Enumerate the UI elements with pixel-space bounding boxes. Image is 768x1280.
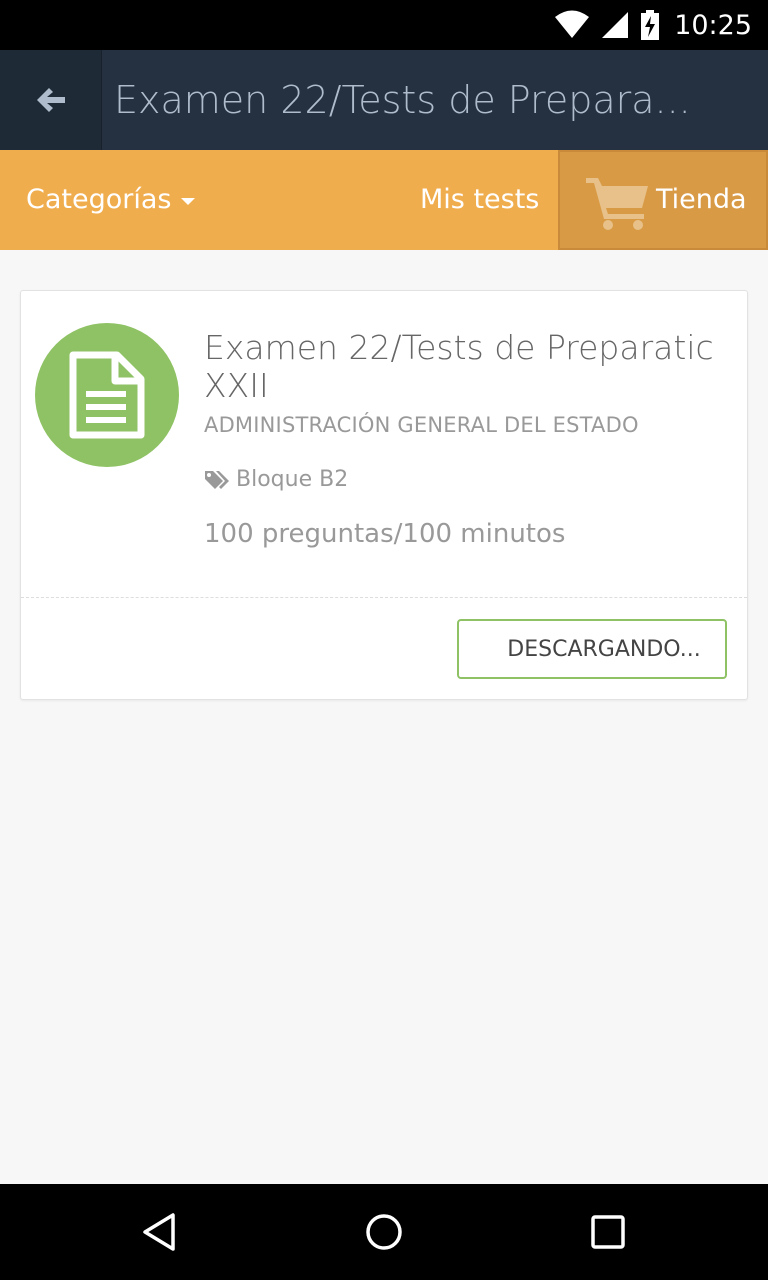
top-nav: Categorías Mis tests Tienda: [0, 150, 768, 250]
status-bar: 10:25: [0, 0, 768, 50]
arrow-left-icon: [36, 88, 65, 112]
test-organization: ADMINISTRACIÓN GENERAL DEL ESTADO: [204, 413, 639, 437]
system-recents-button[interactable]: [578, 1202, 638, 1262]
signal-icon: [602, 12, 629, 38]
download-button[interactable]: DESCARGANDO...: [457, 619, 727, 679]
wifi-icon: [555, 10, 590, 38]
battery-icon: [641, 10, 660, 40]
card-divider: [21, 597, 747, 598]
system-back-button[interactable]: [130, 1202, 190, 1262]
categories-label: Categorías: [26, 184, 172, 215]
back-button[interactable]: [0, 50, 102, 150]
test-icon-circle: [35, 323, 179, 467]
my-tests-link[interactable]: Mis tests: [420, 150, 539, 250]
back-triangle-icon: [143, 1213, 175, 1251]
test-title: Examen 22/Tests de Preparatic XXII: [204, 328, 714, 405]
status-icons: 10:25: [554, 8, 752, 42]
categories-dropdown[interactable]: Categorías: [26, 150, 196, 250]
test-card[interactable]: Examen 22/Tests de Preparatic XXII ADMIN…: [20, 290, 748, 700]
page-title: Examen 22/Tests de Prepara...: [114, 78, 691, 122]
system-home-button[interactable]: [354, 1202, 414, 1262]
system-nav-bar: [0, 1184, 768, 1280]
document-icon: [69, 351, 145, 439]
app-header: Examen 22/Tests de Prepara...: [0, 50, 768, 150]
cart-icon: [586, 178, 648, 230]
store-label: Tienda: [656, 184, 747, 215]
test-meta: 100 preguntas/100 minutos: [204, 519, 566, 549]
caret-down-icon: [181, 198, 196, 205]
test-tag: Bloque B2: [204, 467, 348, 492]
home-circle-icon: [366, 1214, 402, 1250]
store-button[interactable]: Tienda: [558, 150, 768, 250]
status-time: 10:25: [674, 9, 752, 41]
tags-icon: [205, 470, 229, 489]
tag-label: Bloque B2: [236, 467, 349, 492]
recents-square-icon: [591, 1215, 625, 1249]
